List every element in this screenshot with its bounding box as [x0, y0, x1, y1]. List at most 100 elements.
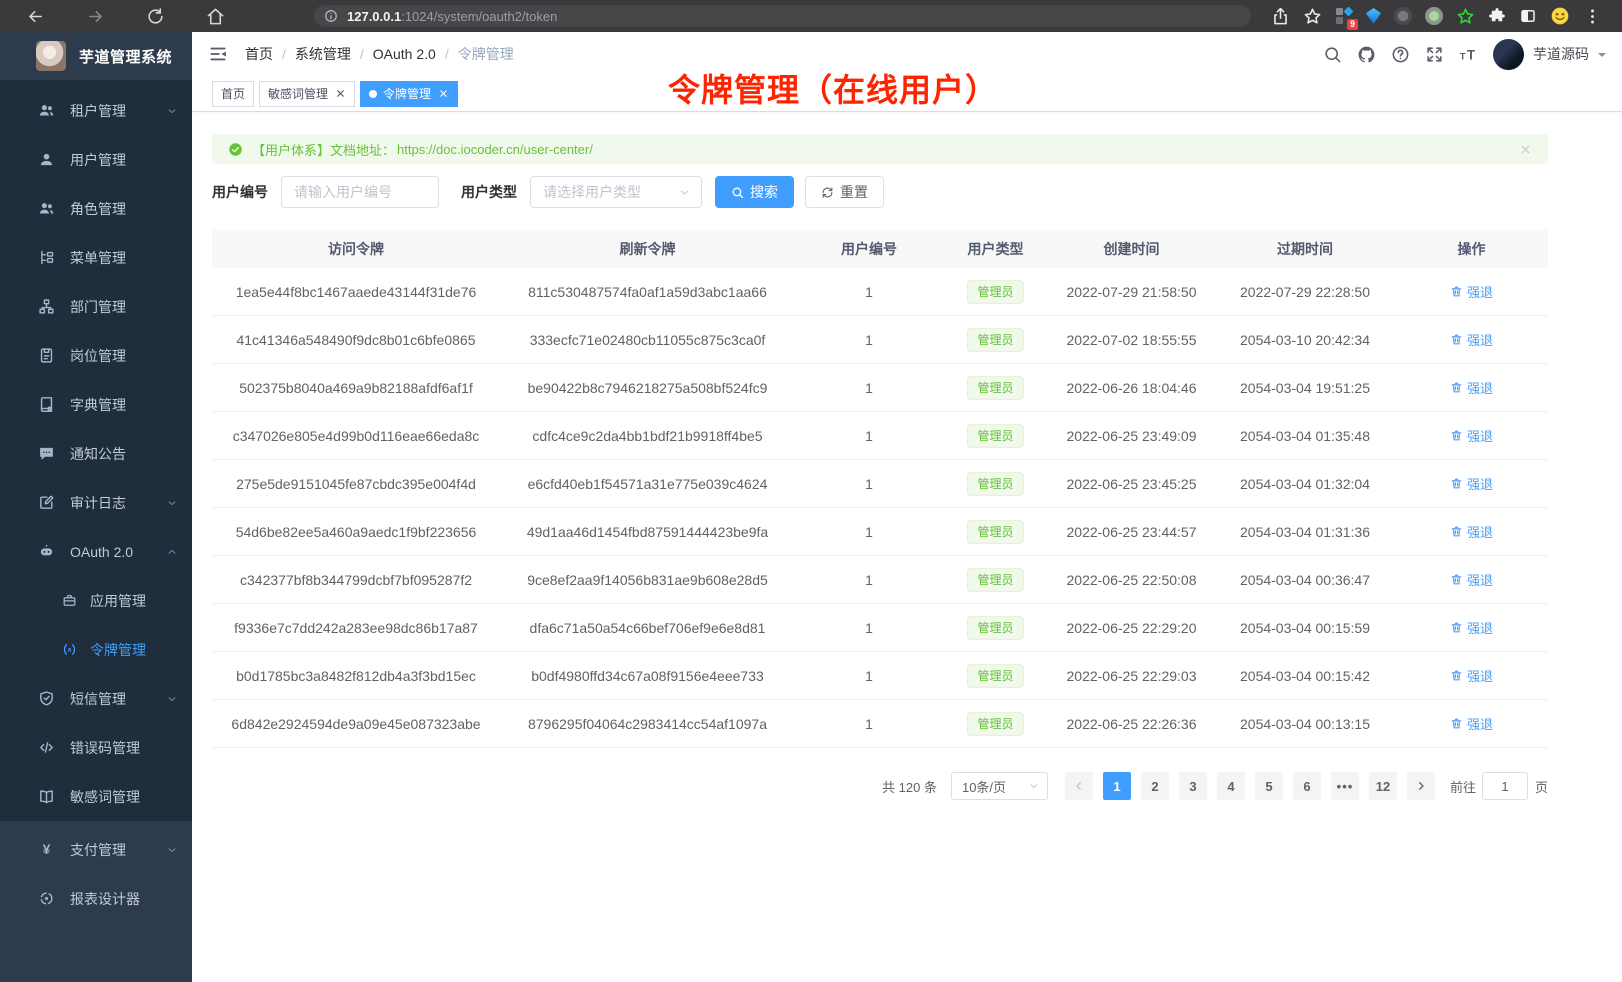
browser-menu-icon[interactable] — [1583, 7, 1602, 26]
help-icon[interactable] — [1391, 45, 1410, 64]
force-logout-button[interactable]: 强退 — [1450, 666, 1493, 685]
app-logo[interactable]: 芋道管理系统 — [0, 32, 192, 80]
user-type-select[interactable]: 请选择用户类型 — [530, 176, 702, 208]
trash-icon — [1450, 381, 1463, 394]
force-logout-button[interactable]: 强退 — [1450, 474, 1493, 493]
page-size-select[interactable]: 10条/页 — [951, 772, 1048, 800]
extension-gem-icon[interactable] — [1366, 8, 1381, 24]
user-id-cell: 1 — [795, 652, 943, 699]
create-time-cell: 2022-06-25 22:50:08 — [1048, 556, 1215, 603]
user-menu[interactable]: 芋道源码 — [1493, 39, 1606, 70]
profile-emoji-icon[interactable] — [1550, 6, 1570, 26]
more-pages-button[interactable]: ••• — [1331, 772, 1359, 800]
sidebar-item-notice[interactable]: 通知公告 — [0, 429, 192, 478]
tab-split-icon[interactable] — [1519, 7, 1537, 25]
force-logout-button[interactable]: 强退 — [1450, 378, 1493, 397]
trash-icon — [1450, 621, 1463, 634]
user-type-cell: 管理员 — [943, 412, 1048, 459]
next-page-button[interactable] — [1407, 772, 1435, 800]
sidebar-item-report-designer[interactable]: 报表设计器 — [0, 874, 192, 923]
doc-link[interactable]: https://doc.iocoder.cn/user-center/ — [397, 142, 593, 157]
goto-page-input[interactable] — [1482, 772, 1528, 800]
extension-star-icon[interactable] — [1456, 7, 1475, 26]
github-icon[interactable] — [1357, 45, 1376, 64]
page-button-5[interactable]: 5 — [1255, 772, 1283, 800]
breadcrumb-item[interactable]: 系统管理 — [295, 44, 351, 64]
doc-alert: 【用户体系】文档地址： https://doc.iocoder.cn/user-… — [212, 134, 1548, 164]
sidebar-item-user[interactable]: 用户管理 — [0, 135, 192, 184]
browser-forward-icon[interactable] — [86, 7, 105, 26]
sidebar-item-pay[interactable]: ¥支付管理 — [0, 825, 192, 874]
force-logout-button[interactable]: 强退 — [1450, 618, 1493, 637]
badge-icon — [38, 347, 55, 364]
address-bar[interactable]: 127.0.0.1:1024/system/oauth2/token — [314, 5, 1251, 27]
sidebar-item-oauth2-token[interactable]: a令牌管理 — [0, 625, 192, 674]
bookmark-star-icon[interactable] — [1303, 7, 1322, 26]
page-button-2[interactable]: 2 — [1141, 772, 1169, 800]
user-id-cell: 1 — [795, 460, 943, 507]
extensions-puzzle-icon[interactable] — [1488, 7, 1506, 25]
sidebar-item-audit-log[interactable]: 审计日志 — [0, 478, 192, 527]
sidebar-item-label: 通知公告 — [70, 444, 126, 464]
sidebar-item-role[interactable]: 角色管理 — [0, 184, 192, 233]
site-info-icon[interactable] — [324, 9, 338, 23]
force-logout-button[interactable]: 强退 — [1450, 570, 1493, 589]
page-button-3[interactable]: 3 — [1179, 772, 1207, 800]
tab-tag-active[interactable]: 令牌管理 — [360, 81, 458, 107]
page-button-12[interactable]: 12 — [1369, 772, 1397, 800]
alert-close-icon[interactable] — [1519, 143, 1532, 156]
force-logout-button[interactable]: 强退 — [1450, 426, 1493, 445]
create-time-cell: 2022-06-25 23:45:25 — [1048, 460, 1215, 507]
force-logout-button[interactable]: 强退 — [1450, 282, 1493, 301]
sidebar-item-error-code[interactable]: 错误码管理 — [0, 723, 192, 772]
browser-home-icon[interactable] — [206, 7, 225, 26]
browser-reload-icon[interactable] — [146, 7, 165, 26]
access-token-cell: 41c41346a548490f9dc8b01c6bfe0865 — [212, 316, 500, 363]
reset-button[interactable]: 重置 — [805, 176, 884, 208]
tab-tag[interactable]: 敏感词管理 — [259, 81, 355, 107]
search-icon[interactable] — [1323, 45, 1342, 64]
sidebar-item-tenant[interactable]: 租户管理 — [0, 86, 192, 135]
force-logout-button[interactable]: 强退 — [1450, 714, 1493, 733]
extension-blocks-icon[interactable]: 9 — [1335, 7, 1353, 25]
sidebar-item-sensitive-word[interactable]: 敏感词管理 — [0, 772, 192, 821]
sidebar-item-menu[interactable]: 菜单管理 — [0, 233, 192, 282]
trash-icon — [1450, 669, 1463, 682]
expire-time-cell: 2054-03-04 01:32:04 — [1215, 460, 1395, 507]
search-button[interactable]: 搜索 — [715, 176, 794, 208]
share-icon[interactable] — [1271, 7, 1290, 26]
force-logout-button[interactable]: 强退 — [1450, 522, 1493, 541]
browser-back-icon[interactable] — [26, 7, 45, 26]
page-button-4[interactable]: 4 — [1217, 772, 1245, 800]
access-token-cell: c347026e805e4d99b0d116eae66eda8c — [212, 412, 500, 459]
breadcrumb-separator: / — [360, 46, 364, 62]
sidebar-item-oauth2[interactable]: OAuth 2.0 — [0, 527, 192, 576]
font-size-icon[interactable]: TT — [1459, 45, 1478, 64]
user-type-cell: 管理员 — [943, 268, 1048, 315]
table-row: 6d842e2924594de9a09e45e087323abe8796295f… — [212, 700, 1548, 748]
tag-close-icon[interactable] — [335, 88, 346, 99]
force-logout-button[interactable]: 强退 — [1450, 330, 1493, 349]
user-id-input[interactable] — [281, 176, 439, 208]
column-header: 访问令牌 — [212, 230, 500, 268]
tag-close-icon[interactable] — [438, 88, 449, 99]
fullscreen-icon[interactable] — [1425, 45, 1444, 64]
extension-circle-icon[interactable] — [1394, 7, 1412, 25]
refresh-token-cell: b0df4980ffd34c67a08f9156e4eee733 — [500, 652, 795, 699]
sidebar-item-post[interactable]: 岗位管理 — [0, 331, 192, 380]
errcode-icon — [38, 739, 55, 756]
breadcrumb-item[interactable]: OAuth 2.0 — [373, 46, 436, 62]
page-button-6[interactable]: 6 — [1293, 772, 1321, 800]
sidebar-item-sms[interactable]: 短信管理 — [0, 674, 192, 723]
sidebar-item-dict[interactable]: 字典管理 — [0, 380, 192, 429]
prev-page-button[interactable] — [1065, 772, 1093, 800]
user-type-label: 用户类型 — [461, 182, 517, 202]
sidebar-collapse-icon[interactable] — [208, 44, 228, 64]
breadcrumb-item[interactable]: 首页 — [245, 44, 273, 64]
sidebar-item-oauth2-app[interactable]: 应用管理 — [0, 576, 192, 625]
sms-icon — [38, 690, 55, 707]
extension-camera-icon[interactable] — [1425, 7, 1443, 25]
sidebar-item-dept[interactable]: 部门管理 — [0, 282, 192, 331]
page-button-1[interactable]: 1 — [1103, 772, 1131, 800]
tab-tag[interactable]: 首页 — [212, 81, 254, 107]
